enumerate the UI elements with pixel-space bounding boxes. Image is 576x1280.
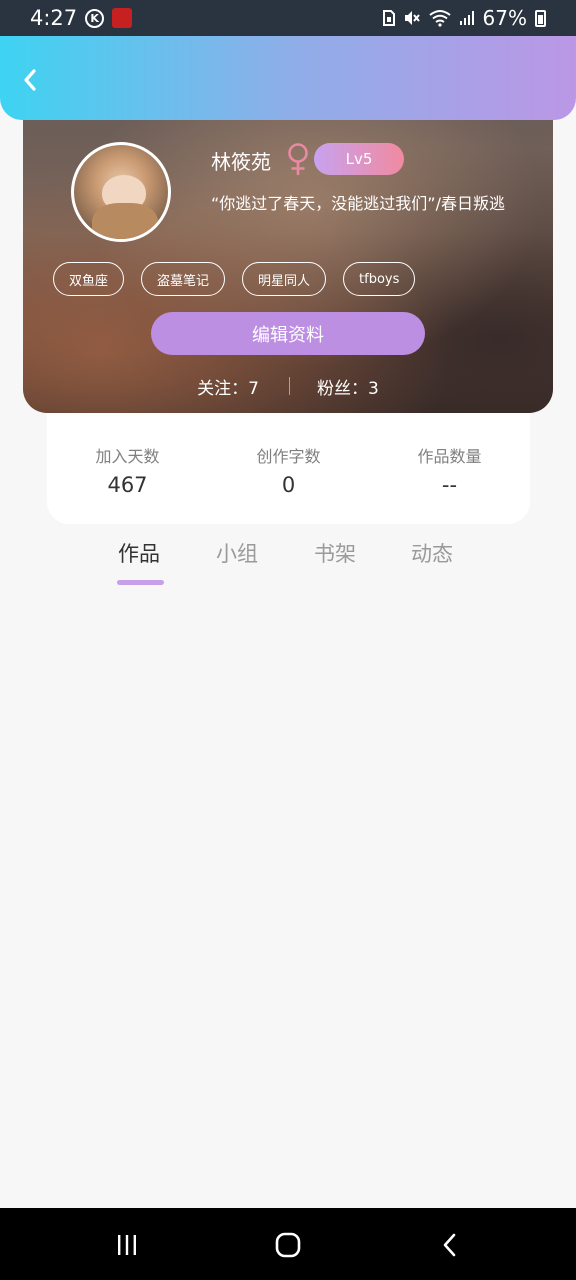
back-icon: [443, 1233, 456, 1257]
battery-icon: [535, 9, 546, 27]
stat-label: 创作字数: [256, 447, 321, 466]
profile-card: 林筱苑 Lv5 “你逃过了春天，没能逃过我们”/春日叛逃 双鱼座 盗墓笔记 明星…: [23, 112, 553, 413]
stat-value: 467: [107, 473, 148, 497]
edit-profile-button[interactable]: 编辑资料: [151, 312, 425, 355]
tab-groups[interactable]: 小组: [216, 538, 258, 568]
tab-bookshelf[interactable]: 书架: [314, 538, 356, 568]
stat-value: 0: [281, 473, 296, 497]
tag-item[interactable]: 盗墓笔记: [141, 262, 226, 296]
recent-apps-button[interactable]: [112, 1230, 142, 1260]
fans-count[interactable]: 粉丝：3: [317, 374, 379, 399]
tab-activity[interactable]: 动态: [411, 538, 453, 568]
home-button[interactable]: [273, 1230, 303, 1260]
avatar[interactable]: [71, 142, 171, 242]
stat-word-count: 创作字数 0: [208, 405, 369, 524]
status-right: 67%: [382, 6, 546, 30]
home-icon: [275, 1232, 301, 1258]
status-left: 4:27 K: [30, 6, 133, 30]
back-nav-button[interactable]: [435, 1230, 465, 1260]
tag-item[interactable]: 双鱼座: [53, 262, 125, 296]
following-count[interactable]: 关注：7: [197, 374, 259, 399]
signal-icon: [459, 11, 474, 25]
stat-value: --: [441, 473, 458, 497]
user-name: 林筱苑: [211, 150, 271, 174]
tag-list: 双鱼座 盗墓笔记 明星同人 tfboys: [53, 262, 416, 296]
stat-join-days: 加入天数 467: [47, 405, 208, 524]
sim-icon: [382, 10, 395, 26]
tab-works[interactable]: 作品: [118, 538, 160, 568]
header-bar: [0, 36, 576, 120]
wifi-icon: [428, 10, 451, 27]
female-icon: [288, 143, 308, 175]
tab-indicator: [117, 580, 164, 585]
signature-text: “你逃过了春天，没能逃过我们”/春日叛逃: [211, 194, 505, 213]
mute-icon: [404, 11, 420, 25]
recent-apps-icon: [118, 1235, 136, 1255]
stat-label: 加入天数: [95, 447, 160, 466]
stat-label: 作品数量: [417, 447, 482, 466]
status-time: 4:27: [30, 6, 78, 30]
tab-bar: 作品 小组 书架 动态: [0, 538, 576, 588]
level-badge: Lv5: [314, 143, 404, 175]
k-circle-icon: K: [85, 8, 105, 28]
back-button[interactable]: [16, 66, 44, 94]
tag-item[interactable]: tfboys: [343, 262, 416, 296]
system-nav-bar: [0, 1208, 576, 1280]
battery-percent: 67%: [482, 6, 527, 30]
app-notification-icon: [112, 8, 133, 28]
stats-card: 加入天数 467 创作字数 0 作品数量 --: [47, 405, 530, 524]
follow-divider: [289, 377, 290, 395]
tag-item[interactable]: 明星同人: [242, 262, 327, 296]
stat-works-count: 作品数量 --: [369, 405, 530, 524]
follow-row: 关注：7 粉丝：3: [23, 372, 553, 400]
status-bar: 4:27 K 67%: [0, 0, 576, 36]
chevron-left-icon: [24, 69, 36, 91]
